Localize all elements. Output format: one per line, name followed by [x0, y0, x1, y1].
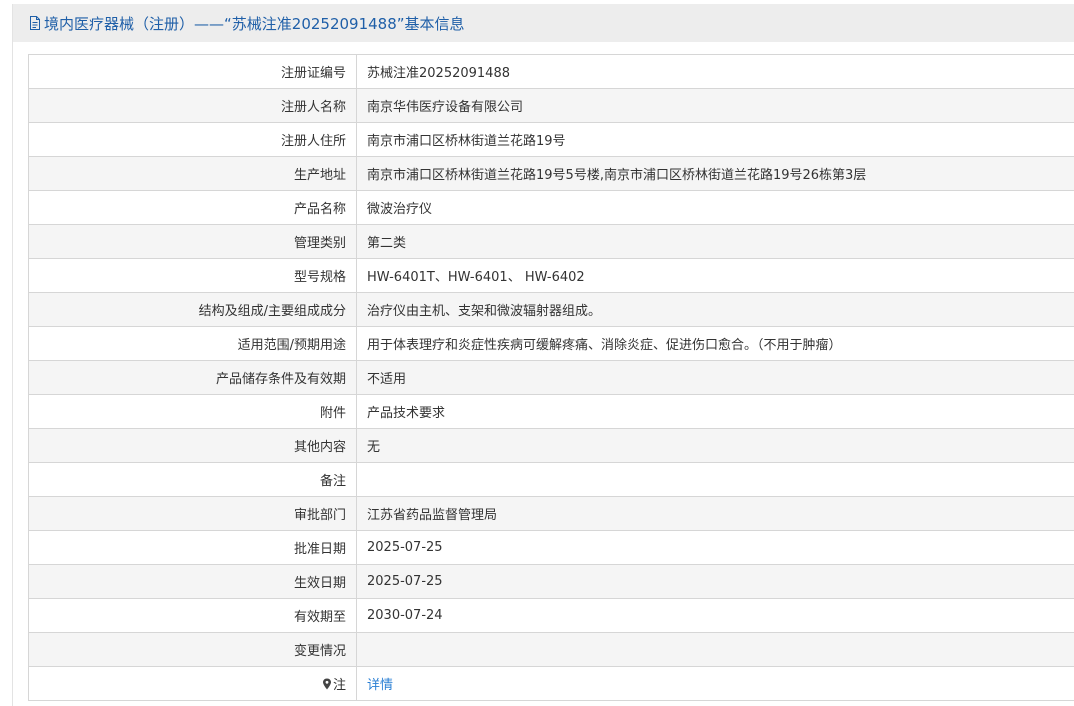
row-value: 产品技术要求	[356, 394, 1074, 429]
panel-header: 境内医疗器械（注册）——“苏械注准20252091488”基本信息	[13, 4, 1074, 42]
row-label: 管理类别	[28, 224, 357, 259]
table-row: 审批部门 江苏省药品监督管理局	[28, 496, 1074, 531]
table-row: 备注	[28, 462, 1074, 497]
details-link[interactable]: 详情	[367, 678, 393, 693]
table-row: 变更情况	[28, 632, 1074, 667]
note-label-cell: 注	[28, 666, 357, 701]
row-value: 治疗仪由主机、支架和微波辐射器组成。	[356, 292, 1074, 327]
row-value: 苏械注准20252091488	[356, 54, 1074, 89]
row-label: 生产地址	[28, 156, 357, 191]
row-label: 产品名称	[28, 190, 357, 225]
table-row: 结构及组成/主要组成成分 治疗仪由主机、支架和微波辐射器组成。	[28, 292, 1074, 327]
row-value: 不适用	[356, 360, 1074, 395]
pin-icon	[322, 678, 332, 690]
row-value: 南京市浦口区桥林街道兰花路19号5号楼,南京市浦口区桥林街道兰花路19号26栋第…	[356, 156, 1074, 191]
table-row: 有效期至 2030-07-24	[28, 598, 1074, 633]
row-label: 变更情况	[28, 632, 357, 667]
row-value: 2025-07-25	[356, 564, 1074, 599]
row-value: 无	[356, 428, 1074, 463]
row-value: 南京市浦口区桥林街道兰花路19号	[356, 122, 1074, 157]
table-row: 产品储存条件及有效期 不适用	[28, 360, 1074, 395]
table-row: 型号规格 HW-6401T、HW-6401、 HW-6402	[28, 258, 1074, 293]
row-value: 用于体表理疗和炎症性疾病可缓解疼痛、消除炎症、促进伤口愈合。（不用于肿瘤）	[356, 326, 1074, 361]
row-label: 适用范围/预期用途	[28, 326, 357, 361]
row-label: 注册证编号	[28, 54, 357, 89]
info-panel: 境内医疗器械（注册）——“苏械注准20252091488”基本信息 注册证编号苏…	[12, 4, 1074, 706]
table-row: 其他内容无	[28, 428, 1074, 463]
table-row: 注册人名称 南京华伟医疗设备有限公司	[28, 88, 1074, 123]
row-label: 产品储存条件及有效期	[28, 360, 357, 395]
row-value: 江苏省药品监督管理局	[356, 496, 1074, 531]
row-value: 2030-07-24	[356, 598, 1074, 633]
table-row: 管理类别 第二类	[28, 224, 1074, 259]
row-label: 有效期至	[28, 598, 357, 633]
info-table: 注册证编号 苏械注准20252091488 注册人名称 南京华伟医疗设备有限公司 注…	[28, 54, 1074, 701]
row-value	[356, 632, 1074, 667]
row-value	[356, 462, 1074, 497]
row-label: 生效日期	[28, 564, 357, 599]
row-label: 其他内容	[28, 428, 357, 463]
row-label: 注册人住所	[28, 122, 357, 157]
row-value: 第二类	[356, 224, 1074, 259]
document-icon	[29, 16, 41, 30]
row-label: 备注	[28, 462, 357, 497]
table-row: 适用范围/预期用途 用于体表理疗和炎症性疾病可缓解疼痛、消除炎症、促进伤口愈合。（…	[28, 326, 1074, 361]
row-value: 南京华伟医疗设备有限公司	[356, 88, 1074, 123]
row-label: 型号规格	[28, 258, 357, 293]
table-row: 批准日期 2025-07-25	[28, 530, 1074, 565]
row-label: 附件	[28, 394, 357, 429]
table-row: 附件 产品技术要求	[28, 394, 1074, 429]
table-row: 生产地址 南京市浦口区桥林街道兰花路19号5号楼,南京市浦口区桥林街道兰花路19号…	[28, 156, 1074, 191]
note-row: 注 详情	[28, 666, 1074, 701]
table-row: 生效日期 2025-07-25	[28, 564, 1074, 599]
row-label: 注册人名称	[28, 88, 357, 123]
note-label: 注	[332, 678, 346, 693]
row-value: HW-6401T、HW-6401、 HW-6402	[356, 258, 1074, 293]
table-row: 产品名称 微波治疗仪	[28, 190, 1074, 225]
row-value: 微波治疗仪	[356, 190, 1074, 225]
page-title: 境内医疗器械（注册）——“苏械注准20252091488”基本信息	[44, 14, 465, 33]
row-value: 2025-07-25	[356, 530, 1074, 565]
table-row: 注册证编号 苏械注准20252091488	[28, 54, 1074, 89]
row-label: 结构及组成/主要组成成分	[28, 292, 357, 327]
row-label: 审批部门	[28, 496, 357, 531]
row-label: 批准日期	[28, 530, 357, 565]
table-row: 注册人住所 南京市浦口区桥林街道兰花路19号	[28, 122, 1074, 157]
note-value-cell: 详情	[356, 666, 1074, 701]
